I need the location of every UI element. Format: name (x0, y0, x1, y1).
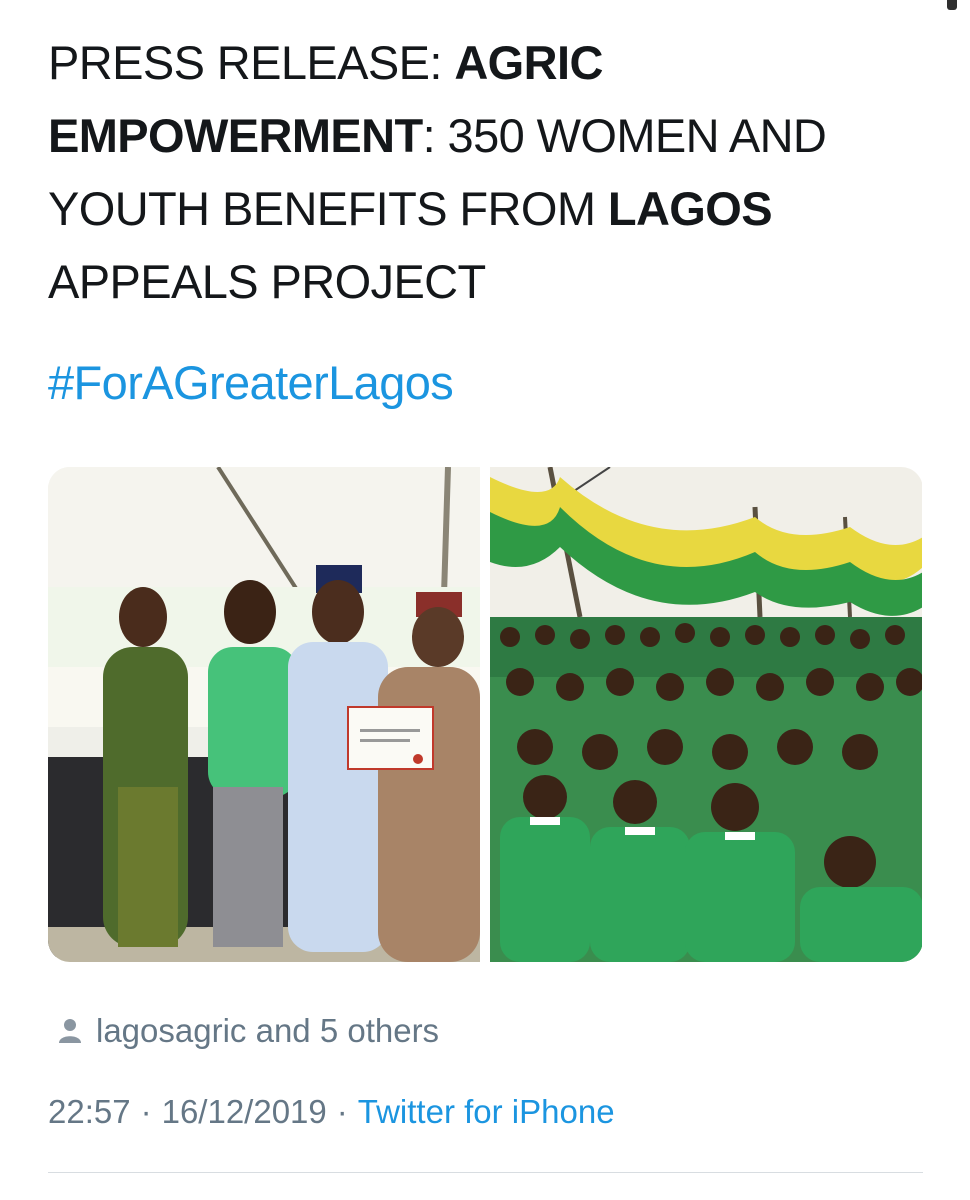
meta-separator: · (336, 1093, 348, 1130)
tweet-text: PRESS RELEASE: AGRIC EMPOWERMENT: 350 WO… (48, 26, 928, 318)
meta-separator: · (140, 1093, 152, 1130)
award-ceremony-image (48, 467, 480, 962)
photo-audience[interactable] (490, 467, 922, 962)
tweet-text-part: APPEALS PROJECT (48, 255, 486, 308)
engagement-row[interactable]: lagosagric and 5 others (58, 1012, 439, 1050)
tweet-time: 22:57 (48, 1093, 131, 1130)
hashtag-link[interactable]: #ForAGreaterLagos (48, 350, 454, 416)
divider (48, 1172, 923, 1173)
tweet-text-part: PRESS RELEASE: (48, 36, 455, 89)
media-grid (48, 467, 923, 962)
tweet-source-link[interactable]: Twitter for iPhone (358, 1093, 615, 1131)
person-icon (58, 1018, 82, 1044)
audience-image (490, 467, 922, 962)
likes-text: lagosagric and 5 others (96, 1012, 440, 1049)
tweet-meta: 22:57 · 16/12/2019 · Twitter for iPhone (48, 1093, 615, 1131)
tweet-text-part-bold: LAGOS (607, 182, 773, 235)
tweet-date: 16/12/2019 (161, 1093, 327, 1130)
scroll-indicator[interactable] (947, 0, 957, 10)
photo-award-ceremony[interactable] (48, 467, 480, 962)
